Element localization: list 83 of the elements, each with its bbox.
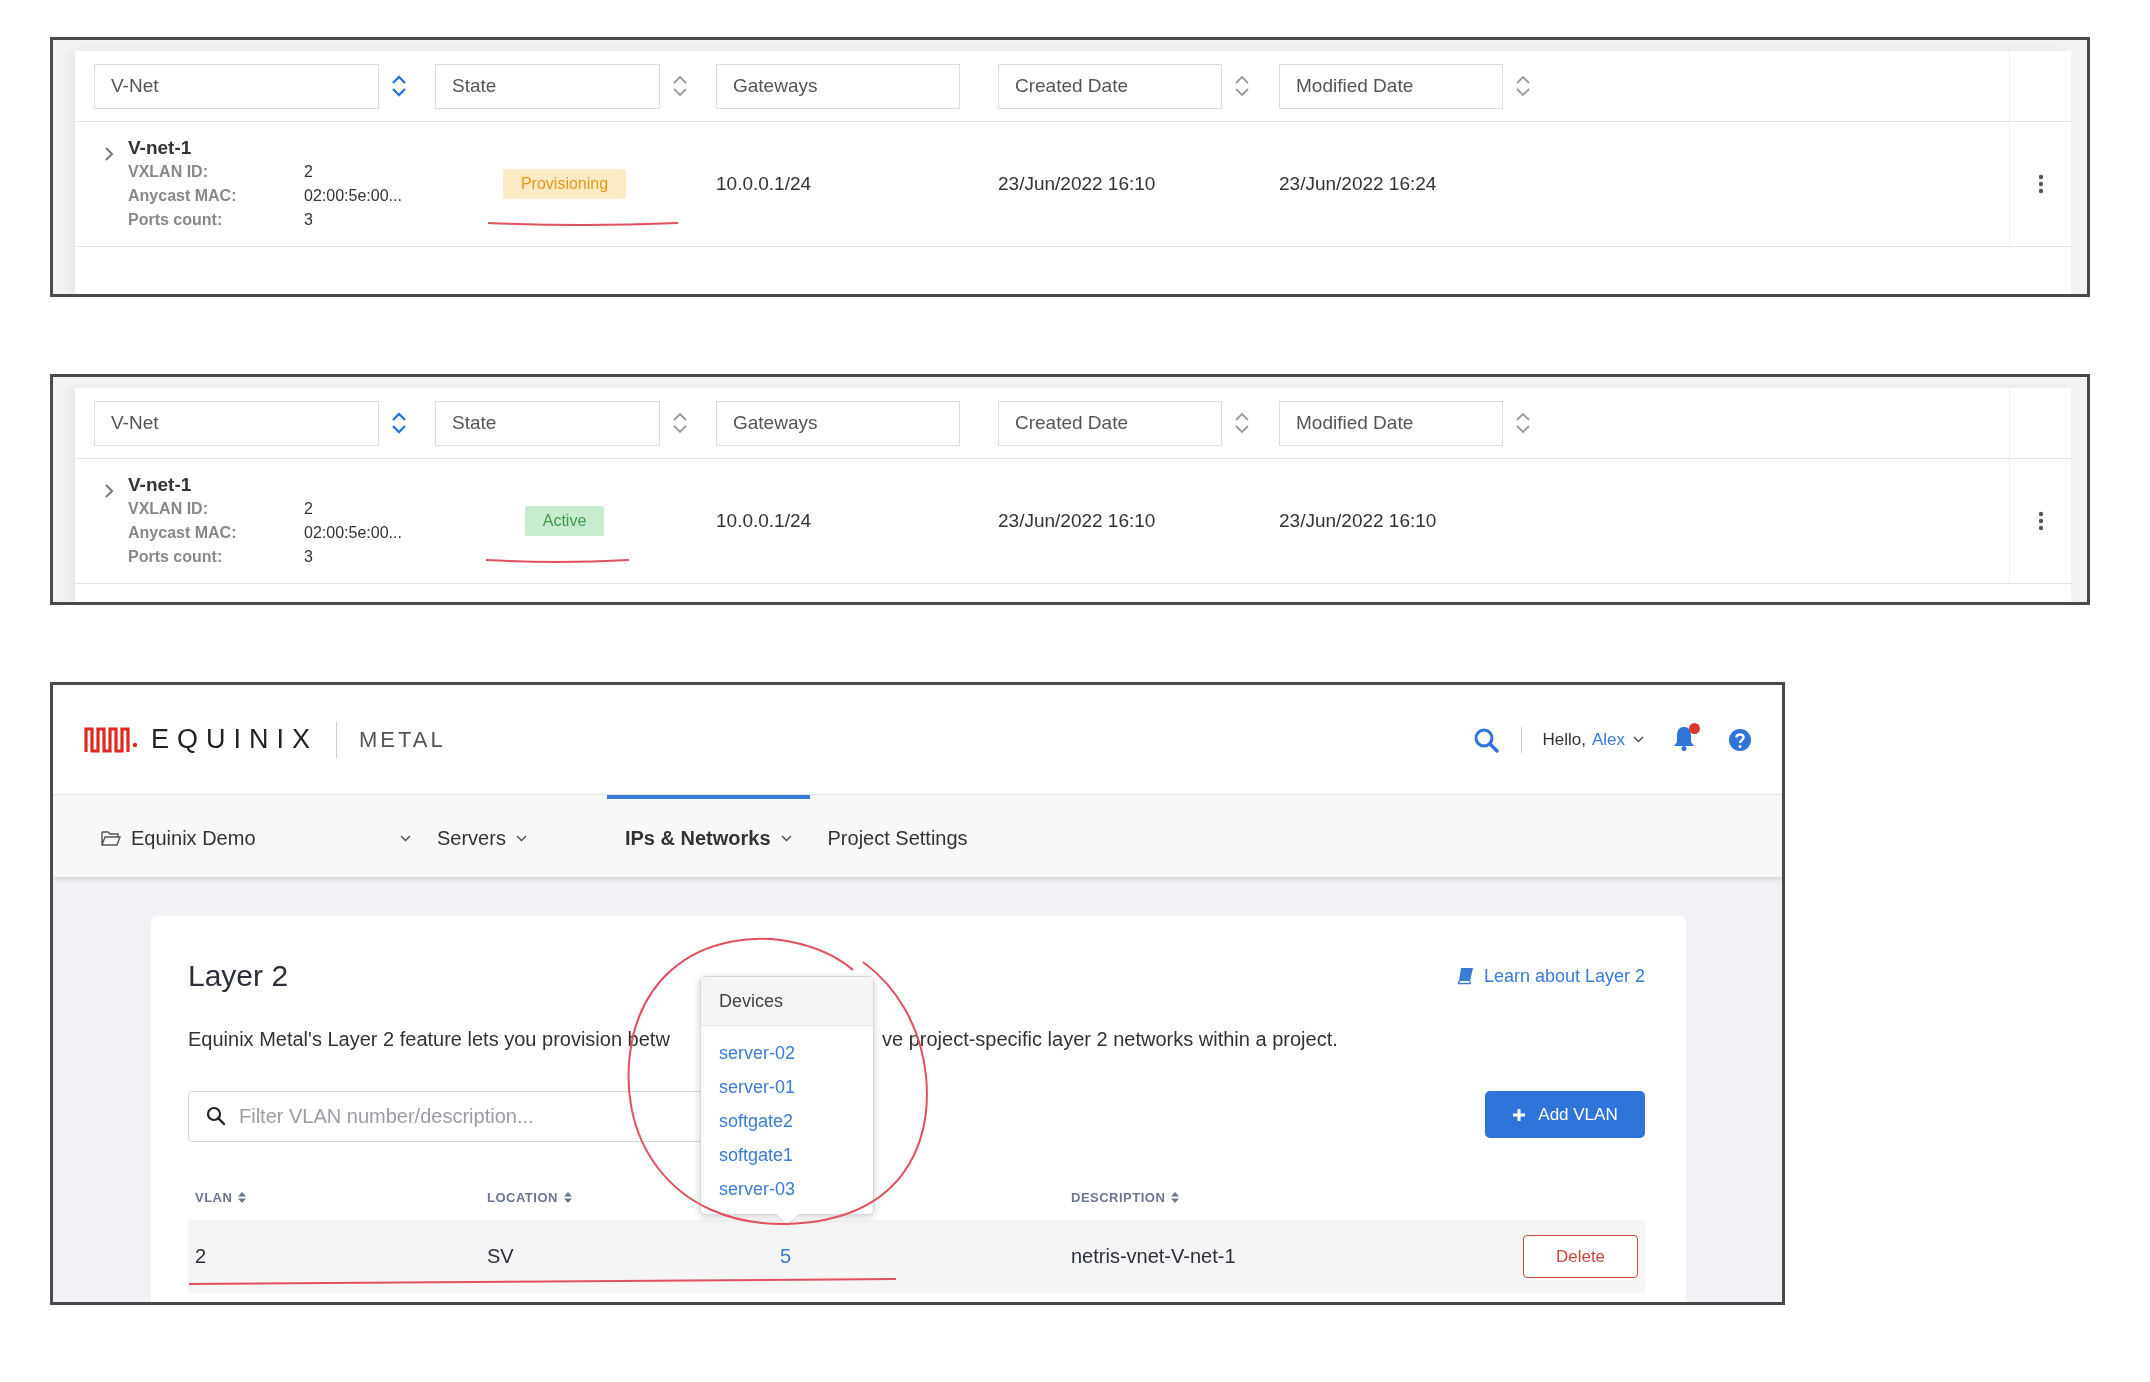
device-link[interactable]: server-02 [719, 1036, 855, 1070]
sort-icon [563, 1191, 572, 1203]
column-header[interactable]: Created Date [998, 400, 1222, 446]
column-header[interactable]: V-Net [94, 400, 379, 446]
chevron-down-icon[interactable] [1633, 736, 1644, 743]
search-icon[interactable] [1473, 726, 1500, 753]
sort-icon[interactable] [391, 411, 407, 435]
table-cell: 10.0.0.1/24 [716, 510, 812, 531]
table-cell: 23/Jun/2022 16:10 [1279, 510, 1437, 531]
product-name: METAL [359, 726, 446, 753]
kebab-menu-icon[interactable] [2037, 174, 2044, 194]
status-badge: Active [524, 506, 605, 536]
chevron-down-icon [400, 834, 411, 842]
table-cell-text: 2 [195, 1245, 208, 1268]
column-header[interactable]: Gateways [716, 400, 960, 446]
sort-icon [1171, 1191, 1180, 1203]
sort-icon [238, 1191, 247, 1203]
column-header[interactable]: VLAN [195, 1189, 487, 1205]
nav-tab[interactable]: Servers [419, 795, 545, 877]
sort-icon[interactable] [672, 411, 688, 435]
delete-button[interactable]: Delete [1523, 1235, 1638, 1278]
detail-value: 2 [304, 499, 314, 519]
detail-label: Ports count: [128, 547, 224, 567]
status-badge: Provisioning [502, 169, 627, 199]
add-vlan-button[interactable]: Add VLAN [1485, 1091, 1645, 1138]
devices-count-link[interactable]: 5 [780, 1245, 792, 1267]
detail-label: VXLAN ID: [128, 162, 209, 182]
nav-tab[interactable]: IPs & Networks [606, 795, 810, 877]
device-link[interactable]: server-03 [719, 1172, 855, 1206]
plus-icon [1512, 1107, 1527, 1122]
learn-link[interactable]: Learn about Layer 2 [1456, 965, 1645, 987]
page-title: Layer 2 [188, 959, 289, 993]
column-header[interactable]: State [435, 400, 660, 446]
column-header[interactable]: V-Net [94, 63, 379, 109]
column-header[interactable]: DESCRIPTION [1071, 1189, 1645, 1205]
device-link[interactable]: server-01 [719, 1070, 855, 1104]
detail-label: VXLAN ID: [128, 499, 209, 519]
sort-icon[interactable] [391, 74, 407, 98]
logo-icon [83, 724, 139, 755]
vnet-name: V-net-1 [128, 473, 193, 497]
chevron-right-icon[interactable] [104, 483, 114, 499]
chevron-right-icon[interactable] [104, 146, 114, 162]
sort-icon[interactable] [1515, 411, 1531, 435]
detail-label: Anycast MAC: [128, 186, 238, 206]
user-menu[interactable]: Alex [1591, 729, 1625, 750]
detail-value: 2 [304, 162, 314, 182]
column-header[interactable]: Modified Date [1279, 400, 1503, 446]
sort-icon[interactable] [1234, 411, 1250, 435]
device-link[interactable]: softgate1 [719, 1138, 855, 1172]
column-header[interactable]: Gateways [716, 63, 960, 109]
greeting: Hello, [1542, 729, 1586, 750]
search-icon [206, 1106, 226, 1126]
bell-icon[interactable] [1672, 724, 1696, 751]
table-cell: 23/Jun/2022 16:24 [1279, 173, 1437, 194]
detail-value: 02:00:5e:00... [304, 523, 402, 543]
sort-icon[interactable] [1515, 74, 1531, 98]
chevron-down-icon [515, 834, 527, 842]
table-cell-text: netris-vnet-V-net-1 [1071, 1245, 1237, 1268]
table-cell: 23/Jun/2022 16:10 [998, 173, 1156, 194]
popover-title: Devices [701, 977, 873, 1026]
sort-icon[interactable] [672, 74, 688, 98]
device-link[interactable]: softgate2 [719, 1104, 855, 1138]
folder-icon [101, 830, 121, 846]
kebab-menu-icon[interactable] [2037, 511, 2044, 531]
detail-value: 3 [304, 547, 314, 567]
chevron-down-icon [780, 834, 792, 842]
help-icon[interactable] [1728, 727, 1752, 752]
project-switcher[interactable]: Equinix Demo [101, 795, 411, 877]
nav-tab[interactable]: Project Settings [809, 795, 986, 877]
table-cell: 23/Jun/2022 16:10 [998, 510, 1156, 531]
column-header[interactable]: State [435, 63, 660, 109]
book-icon [1456, 967, 1474, 985]
column-header[interactable]: Created Date [998, 63, 1222, 109]
vnet-name: V-net-1 [128, 136, 193, 160]
table-cell: 10.0.0.1/24 [716, 173, 812, 194]
brand-name: EQUINIX [151, 724, 319, 755]
sort-icon[interactable] [1234, 74, 1250, 98]
detail-value: 3 [304, 210, 314, 230]
detail-label: Ports count: [128, 210, 224, 230]
table-cell-text: SV [487, 1245, 515, 1268]
column-header[interactable]: Modified Date [1279, 63, 1503, 109]
detail-value: 02:00:5e:00... [304, 186, 402, 206]
detail-label: Anycast MAC: [128, 523, 238, 543]
